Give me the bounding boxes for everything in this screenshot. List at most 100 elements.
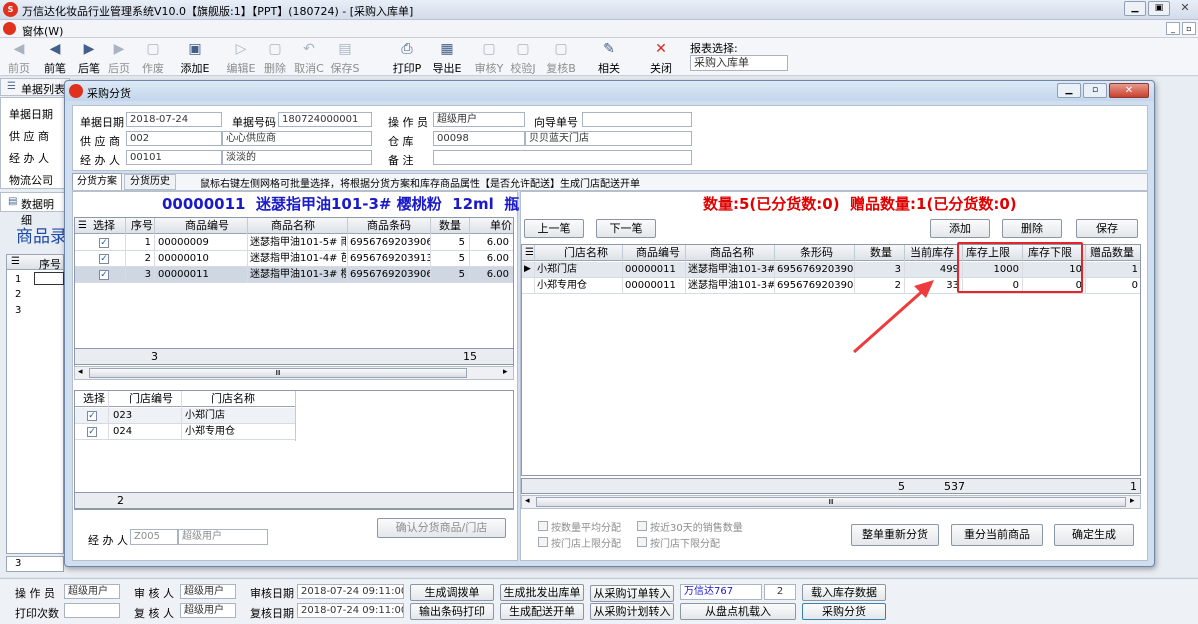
product-row[interactable]: ✓ 3 00000011 迷瑟指甲油101-3# 樱 6956769203906 5 6.0… — [75, 267, 513, 283]
mdi-restore-button[interactable]: ▫ — [1182, 22, 1196, 35]
count-field[interactable]: 2 — [764, 584, 796, 600]
store-col-name[interactable]: 门店名称 — [209, 392, 257, 405]
doc-no-field[interactable]: 180724000001 — [278, 112, 372, 127]
store-col-code[interactable]: 门店编号 — [127, 392, 175, 405]
bottom-recheck-date[interactable]: 2018-07-24 09:11:00 — [297, 603, 404, 618]
gen-wholesale-button[interactable]: 生成批发出库单 — [500, 584, 584, 601]
redo-current-button[interactable]: 重分当前商品 — [951, 524, 1043, 546]
load-stock-button[interactable]: 载入库存数据 — [802, 584, 886, 601]
bottom-audit-date[interactable]: 2018-07-24 09:11:00 — [297, 584, 404, 599]
option-upper-checkbox[interactable] — [538, 537, 548, 547]
toolbar-item-11[interactable]: ⎙ 打印P — [392, 38, 422, 80]
date-field[interactable]: 2018-07-24 — [126, 112, 222, 127]
confirm-distribution-button[interactable]: 确认分货商品/门店 — [377, 518, 506, 538]
delete-button[interactable]: 删除 — [1002, 219, 1062, 238]
toolbar-item-7[interactable]: ▷ 编辑E — [226, 38, 256, 80]
dist-col-gift[interactable]: 赠品数量 — [1088, 246, 1136, 259]
toolbar-item-8[interactable]: ▢删除D — [260, 38, 290, 89]
dist-col-qty[interactable]: 数量 — [868, 246, 894, 259]
warehouse-code-field[interactable]: 00098 — [433, 131, 525, 146]
maximize-button[interactable]: ▣ — [1148, 1, 1170, 16]
tab-plan[interactable]: 分货方案 — [72, 173, 122, 190]
dist-scroll-right-icon[interactable]: ▸ — [1130, 496, 1135, 506]
from-counter-button[interactable]: 从盘点机载入 — [680, 603, 796, 620]
toolbar-item-10[interactable]: ▤ 保存S — [330, 38, 360, 80]
dist-scroll-left-icon[interactable]: ◂ — [525, 496, 530, 506]
store-select-checkbox[interactable]: ✓ — [87, 411, 97, 421]
toolbar-item-13[interactable]: ▢ 审核Y — [474, 38, 504, 80]
store-select-checkbox[interactable]: ✓ — [87, 427, 97, 437]
gen-delivery-button[interactable]: 生成配送开单 — [500, 603, 584, 620]
product-hscrollbar[interactable]: ◂ Ⅲ ▸ — [74, 366, 514, 380]
supplier-name-field[interactable]: 心心供应商 — [222, 131, 372, 146]
toolbar-item-12[interactable]: ▦ 导出E — [432, 38, 462, 80]
brand-field[interactable]: 万信达767 — [680, 584, 762, 600]
next-record-button[interactable]: 下一笔 — [596, 219, 656, 238]
toolbar-item-14[interactable]: ▢ 校验J — [508, 38, 538, 80]
option-30days-checkbox[interactable] — [637, 521, 647, 531]
dist-col-stock[interactable]: 当前库存 — [908, 246, 956, 259]
toolbar-item-3[interactable]: ▶ 后笔 — [74, 38, 104, 80]
scroll-right-arrow-icon[interactable]: ▸ — [503, 367, 508, 377]
agent-code-field[interactable]: 00101 — [126, 150, 222, 165]
col-select[interactable]: 选择 — [91, 219, 117, 232]
product-scroll-thumb[interactable]: Ⅲ — [89, 368, 467, 378]
dist-scroll-thumb[interactable]: Ⅲ — [536, 497, 1126, 507]
bottom-audit-field[interactable]: 超级用户 — [180, 584, 236, 599]
bg-data-tab[interactable]: ▤ 数据明细 — [0, 192, 65, 227]
dist-col-code[interactable]: 商品编号 — [634, 246, 682, 259]
guide-no-field[interactable] — [582, 112, 692, 127]
doc-list-tab[interactable]: ☰ 单据列表 — [0, 78, 70, 96]
toolbar-item-4[interactable]: ▶ 后页 — [104, 38, 134, 80]
dist-col-store[interactable]: 门店名称 — [562, 246, 610, 259]
store-col-select[interactable]: 选择 — [81, 392, 107, 405]
bottom-recheck-field[interactable]: 超级用户 — [180, 603, 236, 618]
dialog-agent-code[interactable]: Z005 — [130, 529, 178, 545]
col-code[interactable]: 商品编号 — [183, 219, 231, 232]
toolbar-item-5[interactable]: ▢作废U — [138, 38, 168, 89]
gen-transfer-button[interactable]: 生成调拨单 — [410, 584, 494, 601]
redo-all-button[interactable]: 整单重新分货 — [851, 524, 939, 546]
dialog-maximize-button[interactable]: ▫ — [1083, 83, 1107, 98]
product-row[interactable]: ✓ 1 00000009 迷瑟指甲油101-5# 雨 6956769203906 5 6.0… — [75, 235, 513, 251]
col-seq[interactable]: 序号 — [129, 219, 155, 232]
dialog-minimize-button[interactable]: ▁ — [1057, 83, 1081, 98]
minimize-button[interactable]: ▁ — [1124, 1, 1146, 16]
generate-button[interactable]: 确定生成 — [1054, 524, 1134, 546]
row-select-checkbox[interactable]: ✓ — [99, 238, 109, 248]
purchase-distribution-button[interactable]: 采购分货 — [802, 603, 886, 620]
from-plan-button[interactable]: 从采购计划转入 — [590, 603, 674, 620]
window-menu[interactable]: 窗体(W) — [22, 23, 63, 39]
add-button[interactable]: 添加 — [930, 219, 990, 238]
product-grid[interactable]: ☰ 选择 序号 商品编号 商品名称 商品条码 数量 单价 ✓ 1 00000009 迷… — [74, 217, 514, 367]
toolbar-item-17[interactable]: ✕关闭Q — [646, 38, 676, 89]
col-qty[interactable]: 数量 — [437, 219, 463, 232]
prev-record-button[interactable]: 上一笔 — [524, 219, 584, 238]
option-avg-checkbox[interactable] — [538, 521, 548, 531]
close-button[interactable]: ✕ — [1174, 1, 1196, 16]
tab-history[interactable]: 分货历史 — [124, 174, 176, 190]
distribution-hscrollbar[interactable]: ◂ Ⅲ ▸ — [521, 495, 1141, 509]
col-name[interactable]: 商品名称 — [269, 219, 317, 232]
product-row[interactable]: ✓ 2 00000010 迷瑟指甲油101-4# 芭 6956769203913 5 6.0… — [75, 251, 513, 267]
dialog-agent-name[interactable]: 超级用户 — [178, 529, 268, 545]
save-button[interactable]: 保存 — [1076, 219, 1138, 238]
supplier-code-field[interactable]: 002 — [126, 131, 222, 146]
print-barcode-button[interactable]: 输出条码打印 — [410, 603, 494, 620]
toolbar-item-9[interactable]: ↶ 取消C — [294, 38, 324, 80]
from-order-button[interactable]: 从采购订单转入 — [590, 585, 674, 602]
dialog-close-button[interactable]: ✕ — [1109, 83, 1149, 98]
bottom-print-field[interactable] — [64, 603, 120, 618]
scroll-left-arrow-icon[interactable]: ◂ — [78, 367, 83, 377]
dist-col-barcode[interactable]: 条形码 — [798, 246, 835, 259]
toolbar-item-1[interactable]: ◀ 前页 — [4, 38, 34, 80]
option-lower-checkbox[interactable] — [637, 537, 647, 547]
row-select-checkbox[interactable]: ✓ — [99, 254, 109, 264]
agent-name-field[interactable]: 淡淡的 — [222, 150, 372, 165]
remark-field[interactable] — [433, 150, 692, 165]
row-select-checkbox[interactable]: ✓ — [99, 270, 109, 280]
warehouse-name-field[interactable]: 贝贝蓝天门店 — [525, 131, 692, 146]
dist-col-name[interactable]: 商品名称 — [708, 246, 756, 259]
bottom-operator-field[interactable]: 超级用户 — [64, 584, 120, 599]
toolbar-item-2[interactable]: ◀ 前笔 — [40, 38, 70, 80]
